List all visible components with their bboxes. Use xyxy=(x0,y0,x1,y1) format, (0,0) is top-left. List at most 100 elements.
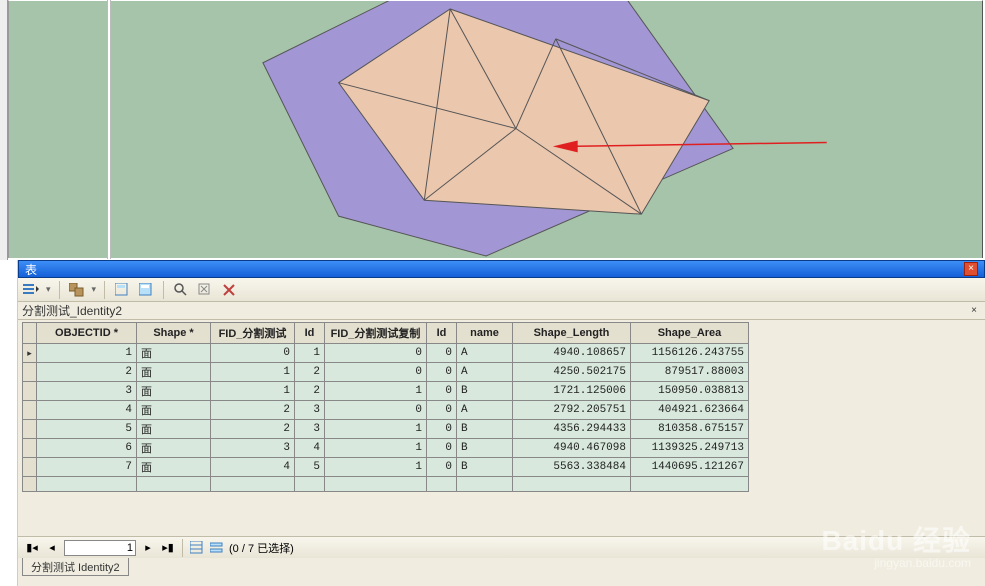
row-selector[interactable] xyxy=(23,401,37,420)
cell[interactable]: 0 xyxy=(211,344,295,363)
cell[interactable]: 面 xyxy=(137,344,211,363)
cell[interactable]: 2 xyxy=(211,420,295,439)
cell[interactable]: 0 xyxy=(427,382,457,401)
cell[interactable]: 4356.294433 xyxy=(513,420,631,439)
row-selector[interactable] xyxy=(23,439,37,458)
cell[interactable]: 5563.338484 xyxy=(513,458,631,477)
cell[interactable]: 2792.205751 xyxy=(513,401,631,420)
cell[interactable]: 1 xyxy=(295,344,325,363)
tab-close-button[interactable]: × xyxy=(967,305,981,316)
table-options-button[interactable] xyxy=(22,281,40,299)
cell[interactable]: 4940.108657 xyxy=(513,344,631,363)
cell[interactable]: 1 xyxy=(325,439,427,458)
column-header[interactable]: name xyxy=(457,323,513,344)
cell[interactable]: B xyxy=(457,439,513,458)
table-row[interactable]: 3面1210B1721.125006150950.038813 xyxy=(23,382,749,401)
table-row[interactable]: 4面2300A2792.205751404921.623664 xyxy=(23,401,749,420)
column-header[interactable]: Shape * xyxy=(137,323,211,344)
cell[interactable]: 面 xyxy=(137,439,211,458)
cell[interactable]: 2 xyxy=(211,401,295,420)
cell[interactable]: 0 xyxy=(427,420,457,439)
bottom-tab-layer[interactable]: 分割测试 Identity2 xyxy=(22,558,129,576)
cell[interactable]: 7 xyxy=(37,458,137,477)
table-row[interactable]: 6面3410B4940.4670981139325.249713 xyxy=(23,439,749,458)
cell[interactable]: 1721.125006 xyxy=(513,382,631,401)
cell[interactable]: 0 xyxy=(325,344,427,363)
first-record-button[interactable]: ▮◂ xyxy=(24,540,40,556)
cell[interactable]: 3 xyxy=(211,439,295,458)
cell[interactable]: 5 xyxy=(295,458,325,477)
cell[interactable]: 3 xyxy=(295,401,325,420)
table-row[interactable] xyxy=(23,477,749,492)
cell[interactable]: 5 xyxy=(37,420,137,439)
table-row[interactable]: 5面2310B4356.294433810358.675157 xyxy=(23,420,749,439)
show-selected-records-button[interactable] xyxy=(209,540,225,556)
table-row[interactable]: 2面1200A4250.502175879517.88003 xyxy=(23,363,749,382)
cell[interactable]: A xyxy=(457,344,513,363)
cell[interactable]: A xyxy=(457,363,513,382)
zoom-selected-button[interactable] xyxy=(172,281,190,299)
cell[interactable]: A xyxy=(457,401,513,420)
table-titlebar[interactable]: 表 × xyxy=(18,260,985,278)
close-button[interactable]: × xyxy=(964,262,978,276)
cell[interactable]: 4 xyxy=(295,439,325,458)
column-header[interactable]: Shape_Length xyxy=(513,323,631,344)
cell[interactable]: 1440695.121267 xyxy=(631,458,749,477)
cell[interactable]: 1 xyxy=(211,363,295,382)
column-header[interactable]: Id xyxy=(295,323,325,344)
column-header[interactable]: FID_分割测试 xyxy=(211,323,295,344)
next-record-button[interactable]: ▸ xyxy=(140,540,156,556)
cell[interactable]: 1 xyxy=(211,382,295,401)
cell[interactable]: 0 xyxy=(325,363,427,382)
row-selector[interactable] xyxy=(23,344,37,363)
last-record-button[interactable]: ▸▮ xyxy=(160,540,176,556)
cell[interactable]: 4 xyxy=(37,401,137,420)
cell[interactable]: 2 xyxy=(295,363,325,382)
column-header[interactable]: FID_分割测试复制 xyxy=(325,323,427,344)
cell[interactable]: 面 xyxy=(137,363,211,382)
cell[interactable]: 4940.467098 xyxy=(513,439,631,458)
cell[interactable]: 404921.623664 xyxy=(631,401,749,420)
cell[interactable]: 0 xyxy=(427,439,457,458)
map-canvas[interactable] xyxy=(8,0,983,258)
column-header[interactable]: OBJECTID * xyxy=(37,323,137,344)
show-all-records-button[interactable] xyxy=(189,540,205,556)
cell[interactable]: 0 xyxy=(427,363,457,382)
cell[interactable]: 1 xyxy=(37,344,137,363)
cell[interactable]: 810358.675157 xyxy=(631,420,749,439)
cell[interactable]: 6 xyxy=(37,439,137,458)
cell[interactable]: B xyxy=(457,382,513,401)
row-selector[interactable] xyxy=(23,477,37,492)
cell[interactable]: 150950.038813 xyxy=(631,382,749,401)
cell[interactable]: 面 xyxy=(137,420,211,439)
cell[interactable]: 面 xyxy=(137,401,211,420)
cell[interactable]: 1 xyxy=(325,382,427,401)
cell[interactable]: 4 xyxy=(211,458,295,477)
cell[interactable]: 2 xyxy=(295,382,325,401)
cell[interactable]: 879517.88003 xyxy=(631,363,749,382)
cell[interactable]: 4250.502175 xyxy=(513,363,631,382)
cell[interactable]: 1 xyxy=(325,420,427,439)
cell[interactable]: 1 xyxy=(325,458,427,477)
select-by-attributes-button[interactable] xyxy=(113,281,131,299)
column-header[interactable]: Id xyxy=(427,323,457,344)
column-header[interactable]: Shape_Area xyxy=(631,323,749,344)
record-number-input[interactable] xyxy=(64,540,136,556)
related-tables-button[interactable] xyxy=(68,281,86,299)
cell[interactable]: 3 xyxy=(295,420,325,439)
table-row[interactable]: 1面0100A4940.1086571156126.243755 xyxy=(23,344,749,363)
cell[interactable]: 面 xyxy=(137,382,211,401)
switch-selection-button[interactable] xyxy=(137,281,155,299)
cell[interactable]: 3 xyxy=(37,382,137,401)
cell[interactable]: B xyxy=(457,458,513,477)
clear-selection-button[interactable] xyxy=(196,281,214,299)
row-selector[interactable] xyxy=(23,420,37,439)
delete-selected-button[interactable] xyxy=(220,281,238,299)
row-selector[interactable] xyxy=(23,458,37,477)
cell[interactable]: 0 xyxy=(427,401,457,420)
cell[interactable]: 0 xyxy=(427,458,457,477)
prev-record-button[interactable]: ◂ xyxy=(44,540,60,556)
cell[interactable]: B xyxy=(457,420,513,439)
cell[interactable]: 1139325.249713 xyxy=(631,439,749,458)
cell[interactable]: 0 xyxy=(427,344,457,363)
